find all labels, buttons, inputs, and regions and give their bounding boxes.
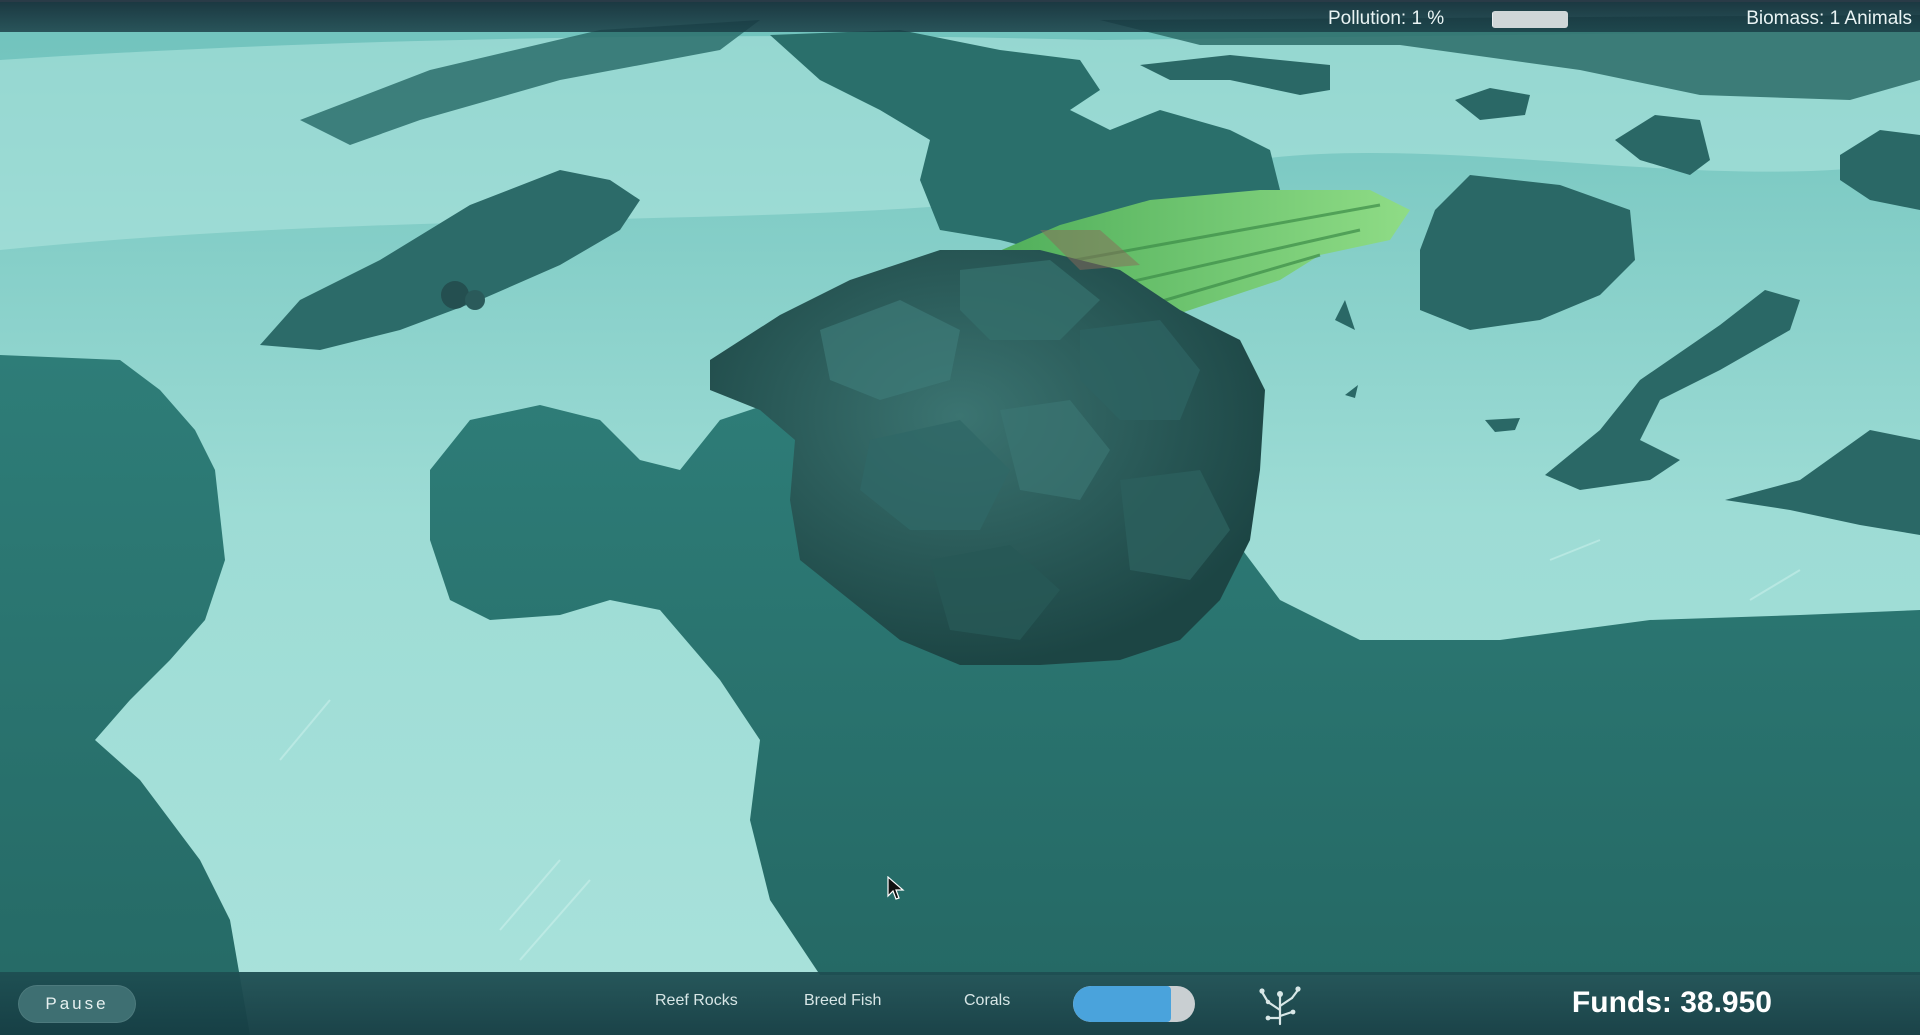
- reef-rocks-button[interactable]: Reef Rocks: [655, 992, 738, 1010]
- game-viewport[interactable]: Pollution: 1 % Biomass: 1 Animals Pause …: [0, 0, 1920, 1035]
- corals-button[interactable]: Corals: [964, 992, 1010, 1010]
- bottom-toolbar: Pause Reef Rocks Breed Fish Corals Funds…: [0, 972, 1920, 1035]
- pollution-label: Pollution: 1 %: [1328, 8, 1445, 29]
- mouse-cursor-icon: [887, 876, 905, 900]
- pollution-bar: [1492, 11, 1568, 28]
- mode-toggle-switch[interactable]: [1073, 986, 1195, 1022]
- pause-button[interactable]: Pause: [18, 985, 136, 1023]
- top-hud: Pollution: 1 % Biomass: 1 Animals: [0, 0, 1920, 32]
- ocean-scene[interactable]: [0, 0, 1920, 1035]
- pollution-bar-fill: [1492, 11, 1493, 28]
- breed-fish-button[interactable]: Breed Fish: [804, 992, 881, 1010]
- funds-label: Funds: 38.950: [1571, 986, 1772, 1019]
- toggle-fill: [1073, 986, 1171, 1022]
- biomass-label: Biomass: 1 Animals: [1746, 8, 1912, 29]
- tech-tree-icon[interactable]: [1256, 982, 1304, 1026]
